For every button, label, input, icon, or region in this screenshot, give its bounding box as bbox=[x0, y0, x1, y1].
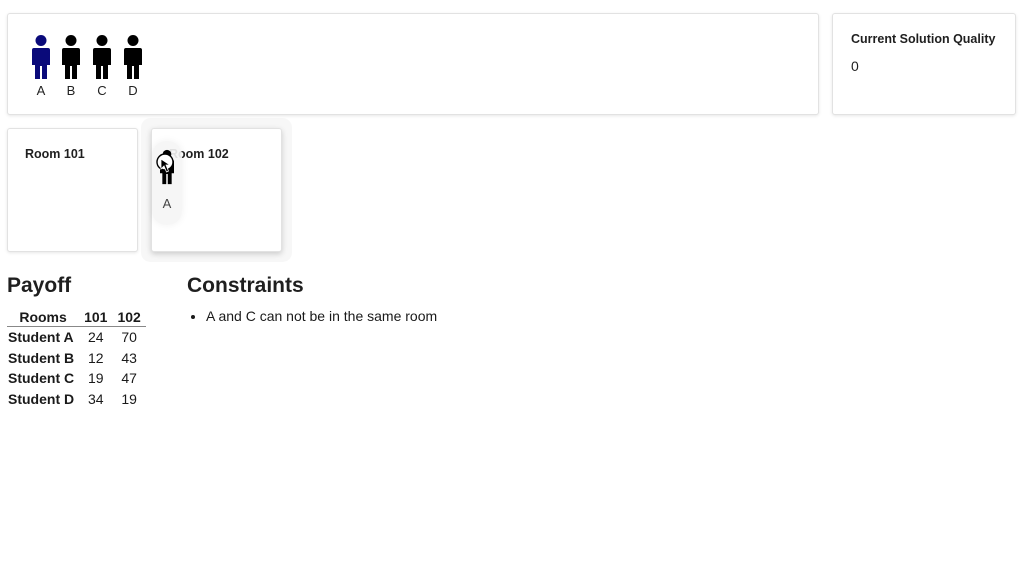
column-header: 101 bbox=[79, 308, 113, 327]
person-icon bbox=[62, 35, 80, 79]
table-cell: 43 bbox=[121, 349, 137, 366]
constraint-item: A and C can not be in the same room bbox=[206, 308, 437, 324]
table-row: Student A 24 70 bbox=[7, 327, 146, 348]
student-d[interactable]: D bbox=[122, 35, 144, 98]
row-header: Student A bbox=[8, 329, 74, 346]
table-row: Student B 12 43 bbox=[7, 348, 146, 369]
solution-quality-panel: Current Solution Quality 0 bbox=[832, 13, 1016, 115]
solution-quality-value: 0 bbox=[851, 58, 859, 74]
grab-cursor-icon bbox=[156, 153, 174, 173]
payoff-heading: Payoff bbox=[7, 274, 72, 297]
solution-quality-title: Current Solution Quality bbox=[851, 32, 996, 46]
constraints-heading: Constraints bbox=[187, 274, 304, 297]
payoff-table: Rooms 101 102 Student A 24 70 Student B … bbox=[7, 308, 146, 409]
table-cell: 12 bbox=[88, 349, 104, 366]
room-102-dropzone[interactable]: Room 102 A bbox=[151, 128, 282, 252]
table-row: Student C 19 47 bbox=[7, 368, 146, 389]
constraints-list: A and C can not be in the same room bbox=[187, 308, 437, 324]
row-header: Student B bbox=[8, 349, 75, 366]
room-title: Room 101 bbox=[25, 147, 85, 161]
person-icon bbox=[93, 35, 111, 79]
column-header: Rooms bbox=[7, 308, 80, 327]
table-cell: 34 bbox=[88, 390, 104, 407]
table-cell: 24 bbox=[88, 329, 104, 346]
table-cell: 47 bbox=[121, 370, 137, 387]
student-label: C bbox=[97, 83, 107, 98]
student-pool: A B C D bbox=[7, 13, 819, 115]
table-row: Student D 34 19 bbox=[7, 389, 146, 410]
student-label: B bbox=[66, 83, 76, 98]
student-a[interactable]: A bbox=[30, 35, 52, 98]
table-cell: 70 bbox=[121, 329, 137, 346]
student-label: A bbox=[162, 196, 172, 211]
room-101-dropzone[interactable]: Room 101 bbox=[7, 128, 138, 252]
student-b[interactable]: B bbox=[60, 35, 82, 98]
row-header: Student C bbox=[8, 370, 75, 387]
person-icon bbox=[32, 35, 50, 79]
table-cell: 19 bbox=[121, 390, 137, 407]
person-icon bbox=[124, 35, 142, 79]
student-c[interactable]: C bbox=[91, 35, 113, 98]
table-cell: 19 bbox=[88, 370, 104, 387]
student-label: A bbox=[36, 83, 46, 98]
student-label: D bbox=[128, 83, 138, 98]
row-header: Student D bbox=[8, 390, 75, 407]
column-header: 102 bbox=[112, 308, 146, 327]
table-header-row: Rooms 101 102 bbox=[7, 308, 146, 327]
